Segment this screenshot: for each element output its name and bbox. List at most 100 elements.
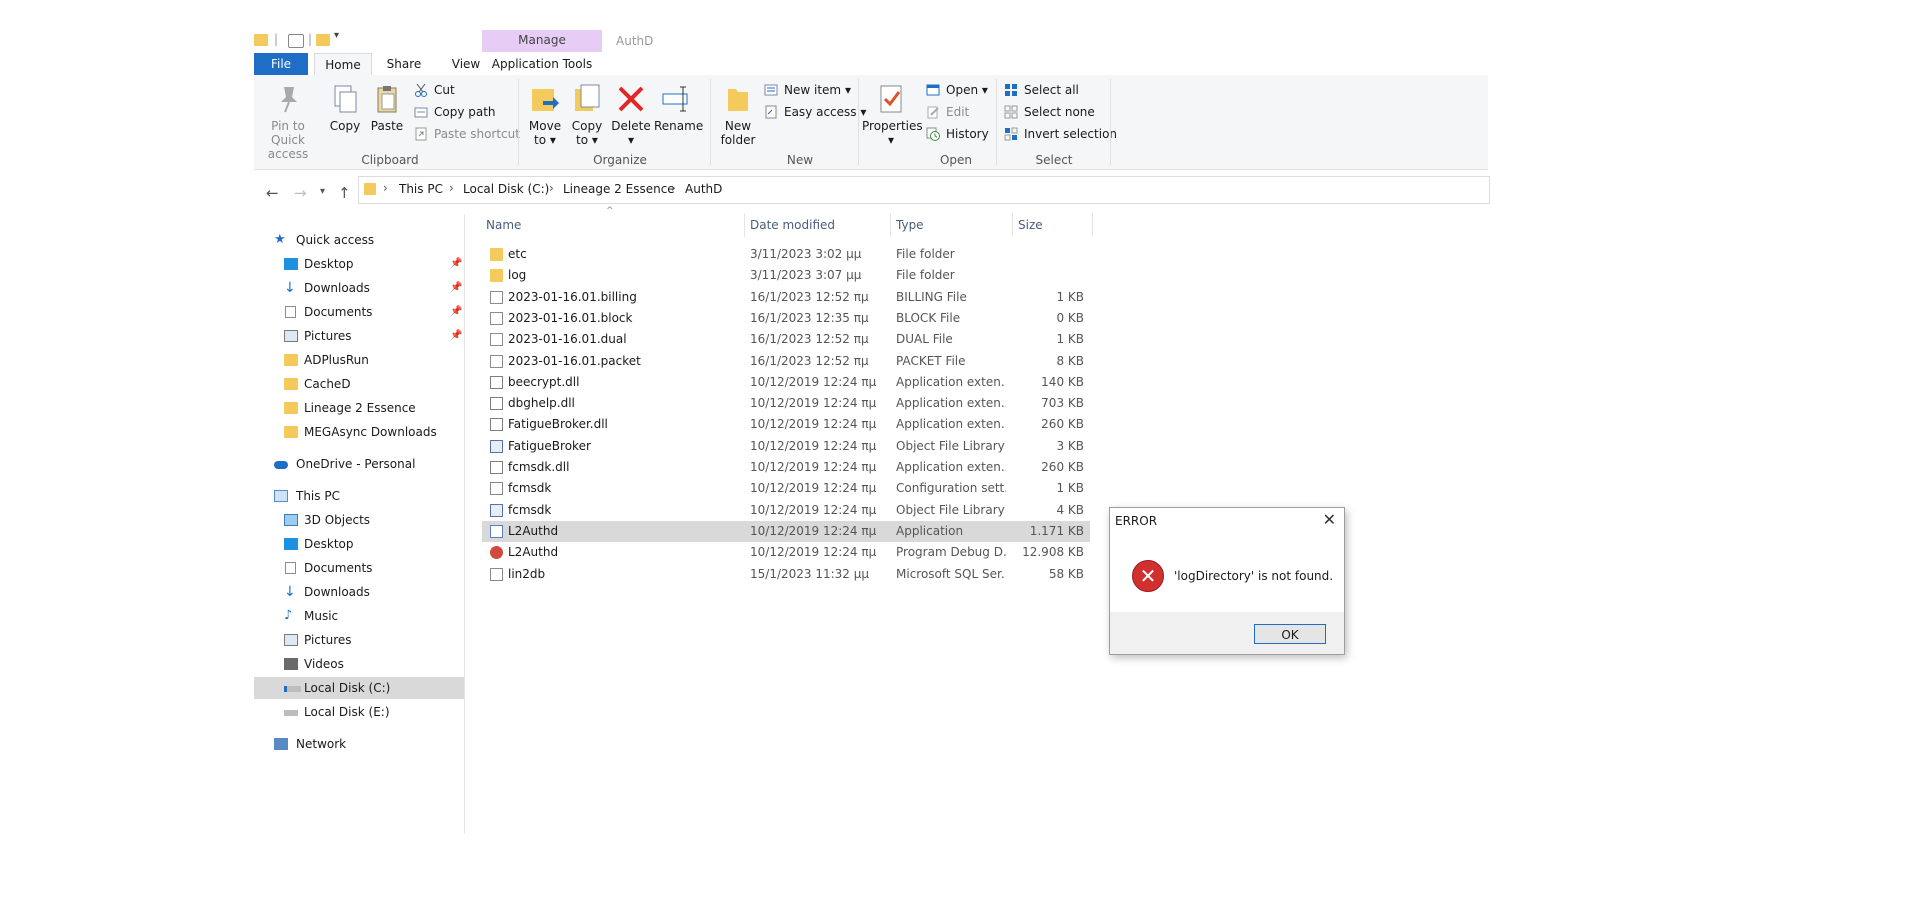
- column-divider[interactable]: [890, 213, 891, 237]
- breadcrumb-chevron-icon[interactable]: ›: [449, 181, 454, 195]
- new-item-button[interactable]: New item ▾: [764, 81, 851, 99]
- file-row[interactable]: log 3/11/2023 3:07 μμ File folder: [482, 265, 1090, 286]
- breadcrumb-chevron-icon[interactable]: ›: [671, 181, 676, 195]
- select-none-icon: [1004, 105, 1018, 119]
- back-arrow-icon[interactable]: ←: [266, 184, 279, 202]
- paste-button[interactable]: Paste: [366, 83, 408, 133]
- file-type: Application exten...: [896, 396, 1006, 411]
- tab-file[interactable]: File: [254, 53, 308, 75]
- tab-share[interactable]: Share: [374, 53, 434, 75]
- nav-item-documents[interactable]: Documents 📌: [254, 301, 464, 323]
- rename-button[interactable]: Rename: [654, 83, 704, 133]
- breadcrumb-this-pc[interactable]: This PC: [399, 182, 443, 196]
- nav-onedrive[interactable]: OneDrive - Personal: [254, 453, 464, 475]
- open-button[interactable]: Open ▾: [926, 81, 988, 99]
- file-row[interactable]: fcmsdk 10/12/2019 12:24 πμ Object File Lib…: [482, 500, 1090, 521]
- column-header-size[interactable]: Size: [1018, 218, 1043, 236]
- file-row[interactable]: L2Authd 10/12/2019 12:24 πμ Program Debug …: [482, 542, 1090, 563]
- column-divider[interactable]: [744, 213, 745, 237]
- nav-item-adplusrun[interactable]: ADPlusRun: [254, 349, 464, 371]
- nav-item-music[interactable]: ♪ Music: [254, 605, 464, 627]
- paste-shortcut-button[interactable]: Paste shortcut: [414, 125, 520, 143]
- recent-locations-chevron-icon[interactable]: ▾: [320, 186, 325, 197]
- nav-item-3d-objects[interactable]: 3D Objects: [254, 509, 464, 531]
- nav-label: OneDrive - Personal: [296, 457, 416, 471]
- new-folder-button[interactable]: New folder: [716, 83, 760, 147]
- nav-network[interactable]: Network: [254, 733, 464, 755]
- delete-button[interactable]: Delete ▾: [610, 83, 652, 147]
- invert-selection-button[interactable]: Invert selection: [1004, 125, 1117, 143]
- breadcrumb-chevron-icon[interactable]: ›: [383, 181, 388, 195]
- nav-item-pictures-pc[interactable]: Pictures: [254, 629, 464, 651]
- nav-item-desktop-pc[interactable]: Desktop: [254, 533, 464, 555]
- up-arrow-icon[interactable]: ↑: [338, 184, 351, 202]
- pin-icon[interactable]: 📌: [450, 277, 462, 299]
- nav-item-megasync-downloads[interactable]: MEGAsync Downloads: [254, 421, 464, 443]
- column-divider[interactable]: [1012, 213, 1013, 237]
- properties-button[interactable]: Properties ▾: [862, 83, 923, 147]
- nav-item-lineage-2-essence[interactable]: Lineage 2 Essence: [254, 397, 464, 419]
- easy-access-button[interactable]: Easy access ▾: [764, 103, 866, 121]
- select-none-button[interactable]: Select none: [1004, 103, 1095, 121]
- nav-item-videos[interactable]: Videos: [254, 653, 464, 675]
- pin-icon[interactable]: 📌: [450, 253, 462, 275]
- copy-to-button[interactable]: Copy to ▾: [566, 83, 608, 147]
- file-row[interactable]: beecrypt.dll 10/12/2019 12:24 πμ Applicati…: [482, 372, 1090, 393]
- copy-button[interactable]: Copy: [324, 83, 366, 133]
- file-row[interactable]: 2023-01-16.01.packet 16/1/2023 12:52 πμ PA…: [482, 351, 1090, 372]
- column-header-name[interactable]: Name: [486, 218, 521, 236]
- file-row[interactable]: FatigueBroker.dll 10/12/2019 12:24 πμ Appl…: [482, 414, 1090, 435]
- nav-item-documents-pc[interactable]: Documents: [254, 557, 464, 579]
- column-header-type[interactable]: Type: [896, 218, 924, 236]
- history-button[interactable]: History: [926, 125, 989, 143]
- address-bar[interactable]: › This PC › Local Disk (C:) › Lineage 2 …: [358, 176, 1490, 204]
- nav-item-downloads-pc[interactable]: ↓ Downloads: [254, 581, 464, 603]
- file-row[interactable]: 2023-01-16.01.billing 16/1/2023 12:52 πμ B…: [482, 287, 1090, 308]
- pin-to-quick-access-button[interactable]: Pin to Quick access: [258, 83, 318, 161]
- nav-item-pictures[interactable]: Pictures 📌: [254, 325, 464, 347]
- nav-item-local-disk-c[interactable]: Local Disk (C:): [254, 677, 464, 699]
- customize-toolbar-icon[interactable]: ▾: [334, 30, 339, 41]
- manage-context-tab[interactable]: Manage: [482, 30, 602, 52]
- file-row[interactable]: L2Authd 10/12/2019 12:24 πμ Application 1.1…: [482, 520, 1090, 542]
- breadcrumb-local-disk-c[interactable]: Local Disk (C:): [463, 182, 549, 196]
- select-all-button[interactable]: Select all: [1004, 81, 1079, 99]
- nav-item-desktop[interactable]: Desktop 📌: [254, 253, 464, 275]
- nav-item-local-disk-e[interactable]: Local Disk (E:): [254, 701, 464, 723]
- file-row[interactable]: dbghelp.dll 10/12/2019 12:24 πμ Applicatio…: [482, 393, 1090, 414]
- close-icon[interactable]: ✕: [1323, 510, 1336, 529]
- nav-label: Quick access: [296, 233, 375, 247]
- file-row[interactable]: fcmsdk.dll 10/12/2019 12:24 πμ Application…: [482, 457, 1090, 478]
- nav-this-pc[interactable]: This PC: [254, 485, 464, 507]
- nav-quick-access[interactable]: ★ Quick access: [254, 229, 464, 251]
- file-row[interactable]: 2023-01-16.01.dual 16/1/2023 12:52 πμ DUAL…: [482, 329, 1090, 350]
- new-folder-icon[interactable]: [316, 34, 330, 46]
- pin-icon[interactable]: 📌: [450, 325, 462, 347]
- breadcrumb-chevron-icon[interactable]: ›: [549, 181, 554, 195]
- breadcrumb-lineage-2-essence[interactable]: Lineage 2 Essence: [563, 182, 675, 196]
- tab-application-tools[interactable]: Application Tools: [482, 53, 602, 75]
- file-row[interactable]: etc 3/11/2023 3:02 μμ File folder: [482, 244, 1090, 265]
- forward-arrow-icon[interactable]: →: [294, 184, 307, 202]
- file-row[interactable]: lin2db 15/1/2023 11:32 μμ Microsoft SQL Se…: [482, 564, 1090, 585]
- ribbon-tabs: File Home Share View Application Tools: [254, 53, 1488, 76]
- nav-label: MEGAsync Downloads: [304, 425, 437, 439]
- move-to-button[interactable]: Move to ▾: [524, 83, 566, 147]
- cut-button[interactable]: Cut: [414, 81, 455, 99]
- tab-home[interactable]: Home: [314, 53, 372, 76]
- column-divider[interactable]: [1092, 213, 1093, 237]
- nav-item-cached[interactable]: CacheD: [254, 373, 464, 395]
- file-row[interactable]: 2023-01-16.01.block 16/1/2023 12:35 πμ BLO…: [482, 308, 1090, 329]
- properties-check-icon[interactable]: [288, 34, 304, 48]
- pin-icon[interactable]: 📌: [450, 301, 462, 323]
- file-row[interactable]: fcmsdk 10/12/2019 12:24 πμ Configuration s…: [482, 478, 1090, 499]
- column-header-date[interactable]: Date modified: [750, 218, 835, 236]
- ok-button[interactable]: OK: [1254, 624, 1326, 644]
- edit-button[interactable]: Edit: [926, 103, 969, 121]
- file-row[interactable]: FatigueBroker 10/12/2019 12:24 πμ Object F…: [482, 436, 1090, 457]
- nav-item-downloads[interactable]: ↓ Downloads 📌: [254, 277, 464, 299]
- folder-icon: [254, 34, 268, 46]
- breadcrumb-authd[interactable]: AuthD: [685, 182, 722, 196]
- copy-path-button[interactable]: Copy path: [414, 103, 496, 121]
- rename-label: Rename: [654, 119, 704, 133]
